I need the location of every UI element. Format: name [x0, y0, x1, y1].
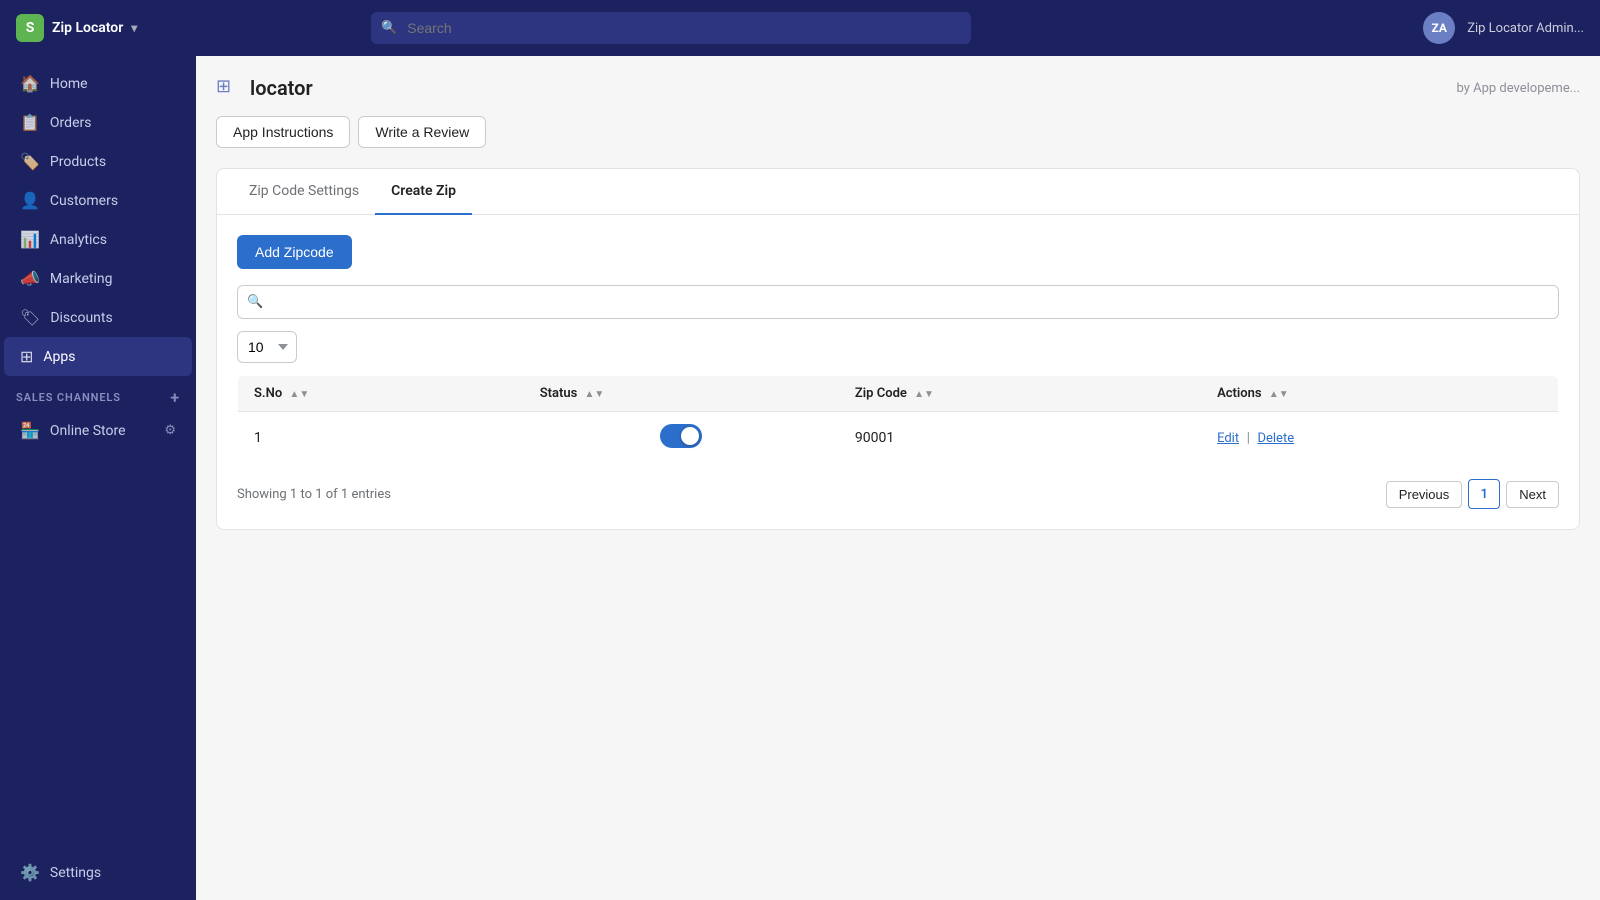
- apps-icon: ⊞: [20, 347, 33, 366]
- table-row: 1 90001 Edit | Delete: [238, 412, 1559, 465]
- tabs: Zip Code Settings Create Zip: [217, 169, 1579, 215]
- marketing-icon: 📣: [20, 269, 40, 288]
- row-status: [524, 412, 839, 465]
- sidebar-item-marketing[interactable]: 📣 Marketing: [4, 259, 192, 298]
- app-instructions-button[interactable]: App Instructions: [216, 116, 350, 148]
- action-separator: |: [1247, 430, 1250, 446]
- topnav: S Zip Locator ▾ 🔍 ZA Zip Locator Admin..…: [0, 0, 1600, 56]
- tab-create-zip[interactable]: Create Zip: [375, 169, 472, 215]
- sidebar-item-settings-label: Settings: [50, 865, 101, 881]
- topnav-search-icon: 🔍: [381, 21, 397, 36]
- col-zipcode-sort-icon: ▲▼: [914, 389, 934, 400]
- sidebar-item-settings[interactable]: ⚙️ Settings: [4, 853, 192, 892]
- page-app-icon: ⊞: [216, 76, 240, 100]
- sidebar-item-apps-label: Apps: [43, 349, 75, 365]
- shopify-icon: S: [16, 14, 44, 42]
- sidebar-bottom: ⚙️ Settings: [0, 853, 196, 892]
- online-store-icon: 🏪: [20, 421, 40, 440]
- row-sno: 1: [238, 412, 524, 465]
- pagination-controls: Previous 1 Next: [1386, 479, 1559, 509]
- col-actions: Actions ▲▼: [1201, 376, 1558, 412]
- current-page-num: 1: [1468, 479, 1500, 509]
- layout: 🏠 Home 📋 Orders 🏷️ Products 👤 Customers …: [0, 56, 1600, 900]
- online-store-settings-icon[interactable]: ⚙: [164, 423, 176, 438]
- tab-zip-code-settings[interactable]: Zip Code Settings: [233, 169, 375, 215]
- next-page-button[interactable]: Next: [1506, 481, 1559, 508]
- app-name: Zip Locator: [52, 20, 123, 36]
- app-chevron-icon: ▾: [131, 21, 137, 35]
- row-zipcode: 90001: [839, 412, 1201, 465]
- table-header-row: S.No ▲▼ Status ▲▼ Zip Code ▲▼: [238, 376, 1559, 412]
- sales-channels-add-icon[interactable]: +: [170, 388, 180, 407]
- col-sno-sort-icon: ▲▼: [289, 389, 309, 400]
- write-review-button[interactable]: Write a Review: [358, 116, 486, 148]
- page-title-wrap: ⊞ locator: [216, 76, 313, 100]
- sidebar-item-home-label: Home: [50, 76, 88, 92]
- sidebar-item-products-label: Products: [50, 154, 106, 170]
- sidebar-item-customers-label: Customers: [50, 193, 118, 209]
- prev-page-button[interactable]: Previous: [1386, 481, 1463, 508]
- sidebar-item-orders[interactable]: 📋 Orders: [4, 103, 192, 142]
- add-zipcode-button[interactable]: Add Zipcode: [237, 235, 352, 269]
- col-zipcode: Zip Code ▲▼: [839, 376, 1201, 412]
- topnav-right: ZA Zip Locator Admin...: [1423, 12, 1584, 44]
- col-status: Status ▲▼: [524, 376, 839, 412]
- sidebar-item-analytics-label: Analytics: [50, 232, 107, 248]
- app-logo[interactable]: S Zip Locator ▾: [16, 14, 137, 42]
- sidebar-item-online-store[interactable]: 🏪 Online Store ⚙: [4, 411, 192, 450]
- by-text: by App developeme...: [1456, 81, 1580, 96]
- admin-label: Zip Locator Admin...: [1467, 21, 1584, 36]
- customers-icon: 👤: [20, 191, 40, 210]
- sidebar: 🏠 Home 📋 Orders 🏷️ Products 👤 Customers …: [0, 56, 196, 900]
- home-icon: 🏠: [20, 74, 40, 93]
- status-toggle-wrap: [660, 424, 702, 448]
- products-icon: 🏷️: [20, 152, 40, 171]
- topnav-search-input[interactable]: [371, 12, 971, 44]
- delete-link[interactable]: Delete: [1257, 431, 1294, 446]
- sidebar-item-apps[interactable]: ⊞ Apps: [4, 337, 192, 376]
- pagination-info: Showing 1 to 1 of 1 entries: [237, 487, 391, 502]
- topnav-search-wrap: 🔍: [371, 12, 971, 44]
- status-toggle[interactable]: [660, 424, 702, 448]
- col-status-sort-icon: ▲▼: [585, 389, 605, 400]
- per-page-select[interactable]: 10 25 50 100: [237, 331, 297, 363]
- edit-link[interactable]: Edit: [1217, 431, 1239, 446]
- sidebar-item-online-store-label: Online Store: [50, 423, 126, 439]
- sidebar-item-discounts[interactable]: 🏷 Discounts: [4, 298, 192, 337]
- card-body: Add Zipcode 🔍 10 25 50 100: [217, 215, 1579, 529]
- sales-channels-section: SALES CHANNELS +: [0, 376, 196, 411]
- sidebar-item-home[interactable]: 🏠 Home: [4, 64, 192, 103]
- sidebar-item-marketing-label: Marketing: [50, 271, 113, 287]
- data-table: S.No ▲▼ Status ▲▼ Zip Code ▲▼: [237, 375, 1559, 465]
- main-content: ⊞ locator by App developeme... App Instr…: [196, 56, 1600, 900]
- sidebar-item-discounts-label: Discounts: [50, 310, 112, 326]
- main-card: Zip Code Settings Create Zip Add Zipcode…: [216, 168, 1580, 530]
- orders-icon: 📋: [20, 113, 40, 132]
- pagination-wrap: Showing 1 to 1 of 1 entries Previous 1 N…: [237, 479, 1559, 509]
- sidebar-item-customers[interactable]: 👤 Customers: [4, 181, 192, 220]
- sales-channels-label: SALES CHANNELS: [16, 391, 121, 404]
- col-sno: S.No ▲▼: [238, 376, 524, 412]
- per-page-wrap: 10 25 50 100: [237, 331, 1559, 363]
- table-body: 1 90001 Edit | Delete: [238, 412, 1559, 465]
- table-head: S.No ▲▼ Status ▲▼ Zip Code ▲▼: [238, 376, 1559, 412]
- discounts-icon: 🏷: [20, 308, 40, 327]
- row-actions: Edit | Delete: [1201, 412, 1558, 465]
- col-actions-sort-icon: ▲▼: [1269, 389, 1289, 400]
- sidebar-item-products[interactable]: 🏷️ Products: [4, 142, 192, 181]
- page-title: locator: [250, 76, 313, 100]
- action-buttons: App Instructions Write a Review: [216, 116, 1580, 148]
- sidebar-item-analytics[interactable]: 📊 Analytics: [4, 220, 192, 259]
- page-header: ⊞ locator by App developeme...: [216, 76, 1580, 100]
- settings-icon: ⚙️: [20, 863, 40, 882]
- table-search-wrap: 🔍: [237, 285, 1559, 319]
- analytics-icon: 📊: [20, 230, 40, 249]
- avatar: ZA: [1423, 12, 1455, 44]
- table-controls: 🔍: [237, 285, 1559, 319]
- table-search-input[interactable]: [237, 285, 1559, 319]
- table-search-icon: 🔍: [247, 295, 263, 310]
- sidebar-item-orders-label: Orders: [50, 115, 92, 131]
